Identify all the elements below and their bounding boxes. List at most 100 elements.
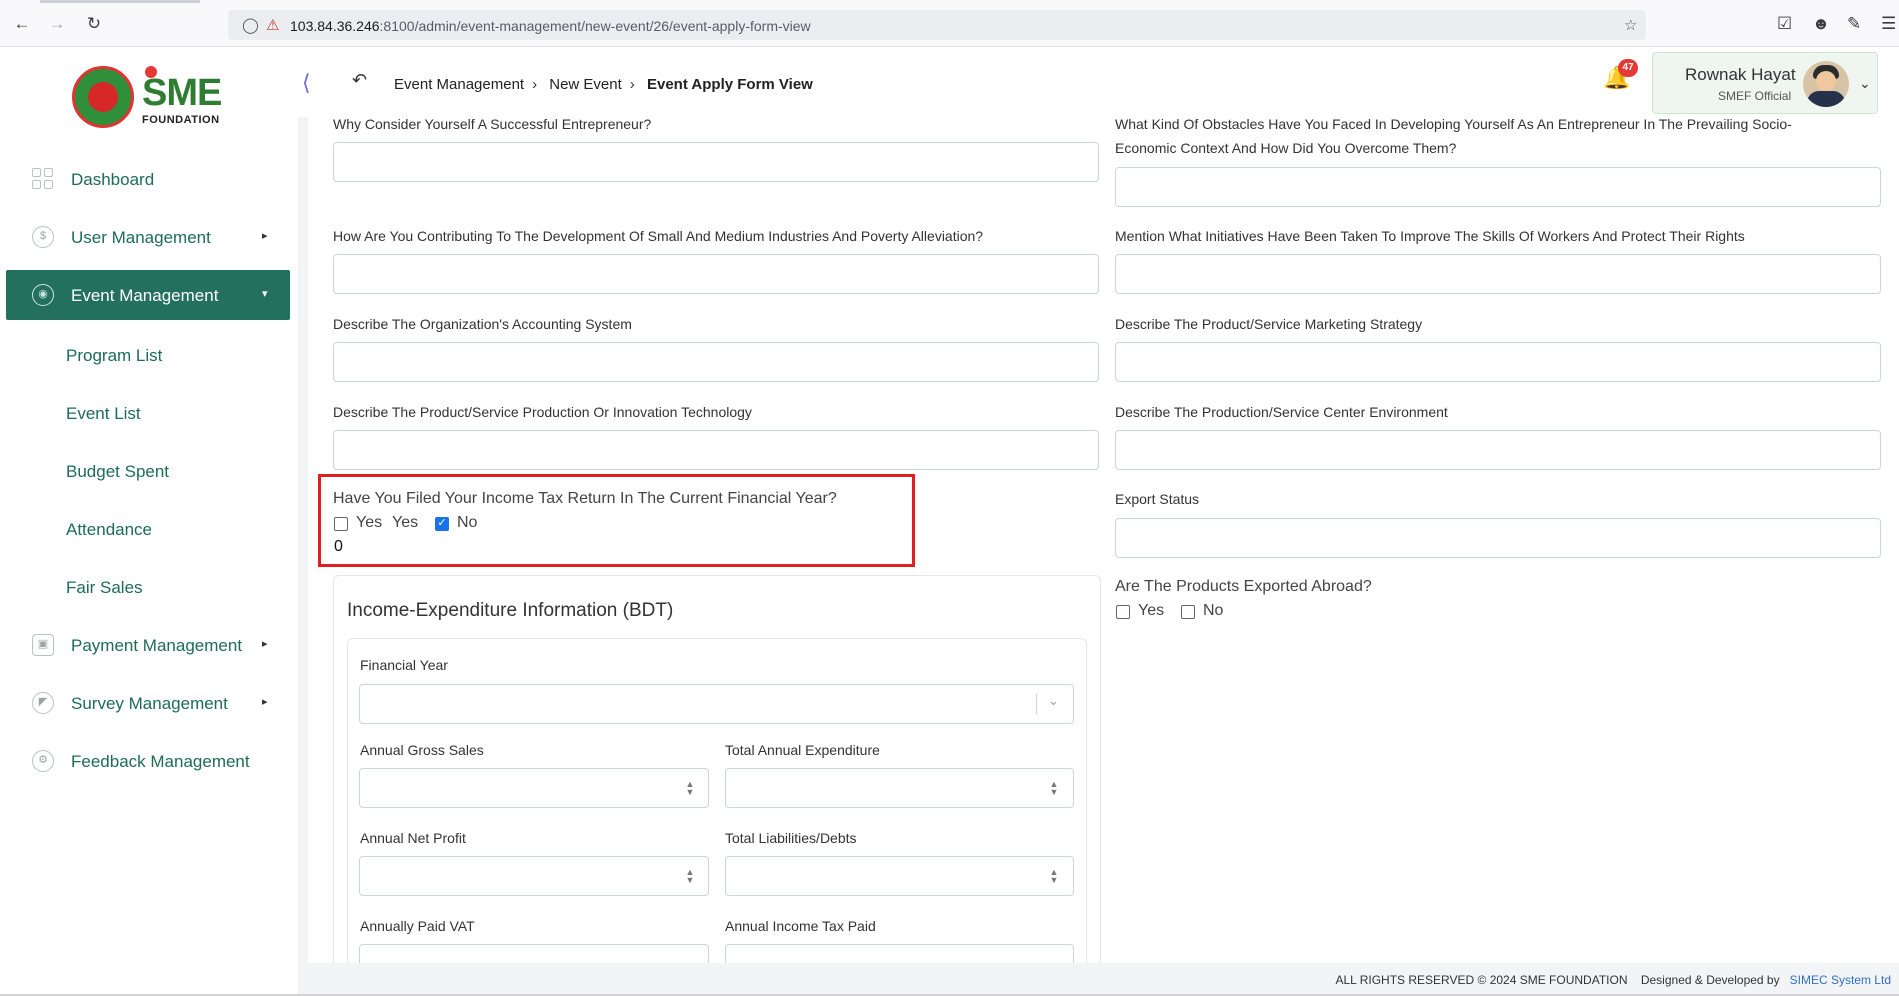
tax-return-question: Have You Filed Your Income Tax Return In… xyxy=(333,490,837,507)
field-label: Export Status xyxy=(1115,491,1200,507)
sme-foundation-logo[interactable]: SME FOUNDATION xyxy=(72,66,232,138)
sidebar-item-user-management[interactable]: $ User Management ▸ xyxy=(6,212,290,262)
footer-developer-link[interactable]: SIMEC System Ltd xyxy=(1790,973,1891,987)
financial-year-select[interactable] xyxy=(359,684,1074,724)
user-shield-icon: $ xyxy=(32,226,54,248)
dashboard-grid-icon xyxy=(32,168,54,190)
export-status-input[interactable] xyxy=(1115,518,1881,558)
sidebar-item-dashboard[interactable]: Dashboard xyxy=(6,154,290,204)
app-header: SME FOUNDATION ⟨ ↶ Event Management › New… xyxy=(0,48,1899,128)
shield-icon[interactable]: ◯ xyxy=(242,16,259,34)
sme-development-input[interactable] xyxy=(333,254,1099,294)
number-spinner-icon[interactable]: ▲ ▼ xyxy=(1048,868,1060,885)
field-label: Describe The Product/Service Marketing S… xyxy=(1115,316,1423,332)
footer-rights: ALL RIGHTS RESERVED © 2024 SME FOUNDATIO… xyxy=(1335,973,1628,987)
chevron-down-icon[interactable]: ⌄ xyxy=(1048,693,1059,709)
field-label: Annual Income Tax Paid xyxy=(725,918,876,934)
production-technology-input[interactable] xyxy=(333,430,1099,470)
breadcrumb: Event Management › New Event › Event Apply… xyxy=(394,76,819,93)
field-label: Financial Year xyxy=(360,657,448,673)
url-host: 103.84.36.246 xyxy=(290,18,380,34)
sidebar-subitem-attendance[interactable]: Attendance xyxy=(66,520,152,540)
bookmark-star-icon[interactable]: ☆ xyxy=(1624,16,1637,34)
income-expenditure-title: Income-Expenditure Information (BDT) xyxy=(347,600,674,621)
field-label: Describe The Product/Service Production … xyxy=(333,404,752,420)
sidebar-subitem-fair-sales[interactable]: Fair Sales xyxy=(66,578,143,598)
footer-text: ALL RIGHTS RESERVED © 2024 SME FOUNDATIO… xyxy=(1335,973,1891,987)
undo-back-icon[interactable]: ↶ xyxy=(352,70,367,91)
logo-subtext: FOUNDATION xyxy=(142,114,220,126)
sidebar-subitem-event-list[interactable]: Event List xyxy=(66,404,141,424)
notification-count-badge: 47 xyxy=(1618,59,1638,77)
number-spinner-icon[interactable]: ▲ ▼ xyxy=(684,868,696,885)
successful-entrepreneur-input[interactable] xyxy=(333,142,1099,182)
account-icon[interactable]: ☻ xyxy=(1812,14,1830,34)
chevron-right-icon: ▸ xyxy=(262,696,268,708)
insecure-lock-icon[interactable]: ⚠ xyxy=(266,16,279,34)
menu-icon[interactable]: ☰ xyxy=(1881,14,1896,34)
payment-icon: ▣ xyxy=(32,634,54,656)
total-annual-expenditure-input[interactable] xyxy=(725,768,1074,808)
field-label: Annually Paid VAT xyxy=(360,918,475,934)
feedback-icon: ⚙ xyxy=(32,750,54,772)
footer: ALL RIGHTS RESERVED © 2024 SME FOUNDATIO… xyxy=(298,963,1899,996)
sidebar-item-payment-management[interactable]: ▣ Payment Management ▸ xyxy=(6,620,290,670)
annual-gross-sales-input[interactable] xyxy=(359,768,709,808)
url-path: :8100/admin/event-management/new-event/2… xyxy=(379,18,811,34)
sidebar-subitem-program-list[interactable]: Program List xyxy=(66,346,162,366)
marketing-strategy-input[interactable] xyxy=(1115,342,1881,382)
sidebar-item-label: Survey Management xyxy=(71,694,228,713)
tax-value-text: 0 xyxy=(334,538,343,555)
exported-no-checkbox[interactable] xyxy=(1181,605,1195,619)
total-liabilities-input[interactable] xyxy=(725,856,1074,896)
checkbox-label: No xyxy=(1203,602,1224,619)
select-divider xyxy=(1036,694,1037,714)
event-lock-icon: ◉ xyxy=(32,284,54,306)
active-tab-indicator xyxy=(40,0,200,3)
sidebar-item-label: Feedback Management xyxy=(71,752,250,771)
chevron-right-icon: › xyxy=(532,76,538,93)
government-emblem-icon xyxy=(72,66,134,128)
sidebar-item-label: User Management xyxy=(71,228,211,247)
avatar xyxy=(1803,61,1849,107)
address-bar[interactable]: ◯ ⚠ 103.84.36.246:8100/admin/event-manag… xyxy=(228,10,1646,40)
sidebar-item-feedback-management[interactable]: ⚙ Feedback Management xyxy=(6,736,290,786)
sidebar-item-survey-management[interactable]: ◤ Survey Management ▸ xyxy=(6,678,290,728)
reload-icon[interactable]: ↻ xyxy=(84,14,104,34)
number-spinner-icon[interactable]: ▲ ▼ xyxy=(684,780,696,797)
user-role: SMEF Official xyxy=(1718,89,1792,103)
breadcrumb-item[interactable]: Event Management xyxy=(394,76,524,93)
field-label: Why Consider Yourself A Successful Entre… xyxy=(333,116,652,132)
sidebar-collapse-icon[interactable]: ⟨ xyxy=(302,70,311,96)
back-arrow-icon[interactable]: ← xyxy=(12,14,32,34)
field-label: Describe The Production/Service Center E… xyxy=(1115,404,1448,420)
extensions-icon[interactable]: ✎ xyxy=(1847,14,1861,34)
field-label: Annual Net Profit xyxy=(360,830,466,846)
checkbox-label: Yes xyxy=(356,514,383,531)
obstacles-input[interactable] xyxy=(1115,167,1881,207)
field-label: Economic Context And How Did You Overcom… xyxy=(1115,140,1457,156)
tax-yes-checkbox[interactable] xyxy=(334,517,348,531)
field-label: Total Annual Expenditure xyxy=(725,742,880,758)
sidebar-item-event-management[interactable]: ◉ Event Management ▾ xyxy=(6,270,290,320)
chevron-down-icon[interactable]: ⌄ xyxy=(1859,75,1871,92)
forward-arrow-icon[interactable]: → xyxy=(47,14,67,34)
exported-yes-checkbox[interactable] xyxy=(1116,605,1130,619)
user-menu[interactable]: Rownak Hayat SMEF Official ⌄ xyxy=(1652,52,1878,114)
tax-no-checkbox[interactable]: ✓ xyxy=(435,517,449,531)
pie-chart-icon: ◤ xyxy=(32,692,54,714)
chevron-right-icon: › xyxy=(629,76,635,93)
field-label: How Are You Contributing To The Developm… xyxy=(333,228,984,244)
number-spinner-icon[interactable]: ▲ ▼ xyxy=(1048,780,1060,797)
sidebar-item-label: Event Management xyxy=(71,286,219,305)
url-text: 103.84.36.246:8100/admin/event-managemen… xyxy=(290,18,811,34)
service-environment-input[interactable] xyxy=(1115,430,1881,470)
annual-net-profit-input[interactable] xyxy=(359,856,709,896)
worker-skills-input[interactable] xyxy=(1115,254,1881,294)
checkbox-label: Yes xyxy=(1138,602,1165,619)
breadcrumb-item[interactable]: New Event xyxy=(549,76,622,93)
accounting-system-input[interactable] xyxy=(333,342,1099,382)
pocket-icon[interactable]: ☑ xyxy=(1777,14,1792,34)
breadcrumb-current: Event Apply Form View xyxy=(646,76,813,93)
sidebar-subitem-budget-spent[interactable]: Budget Spent xyxy=(66,462,169,482)
